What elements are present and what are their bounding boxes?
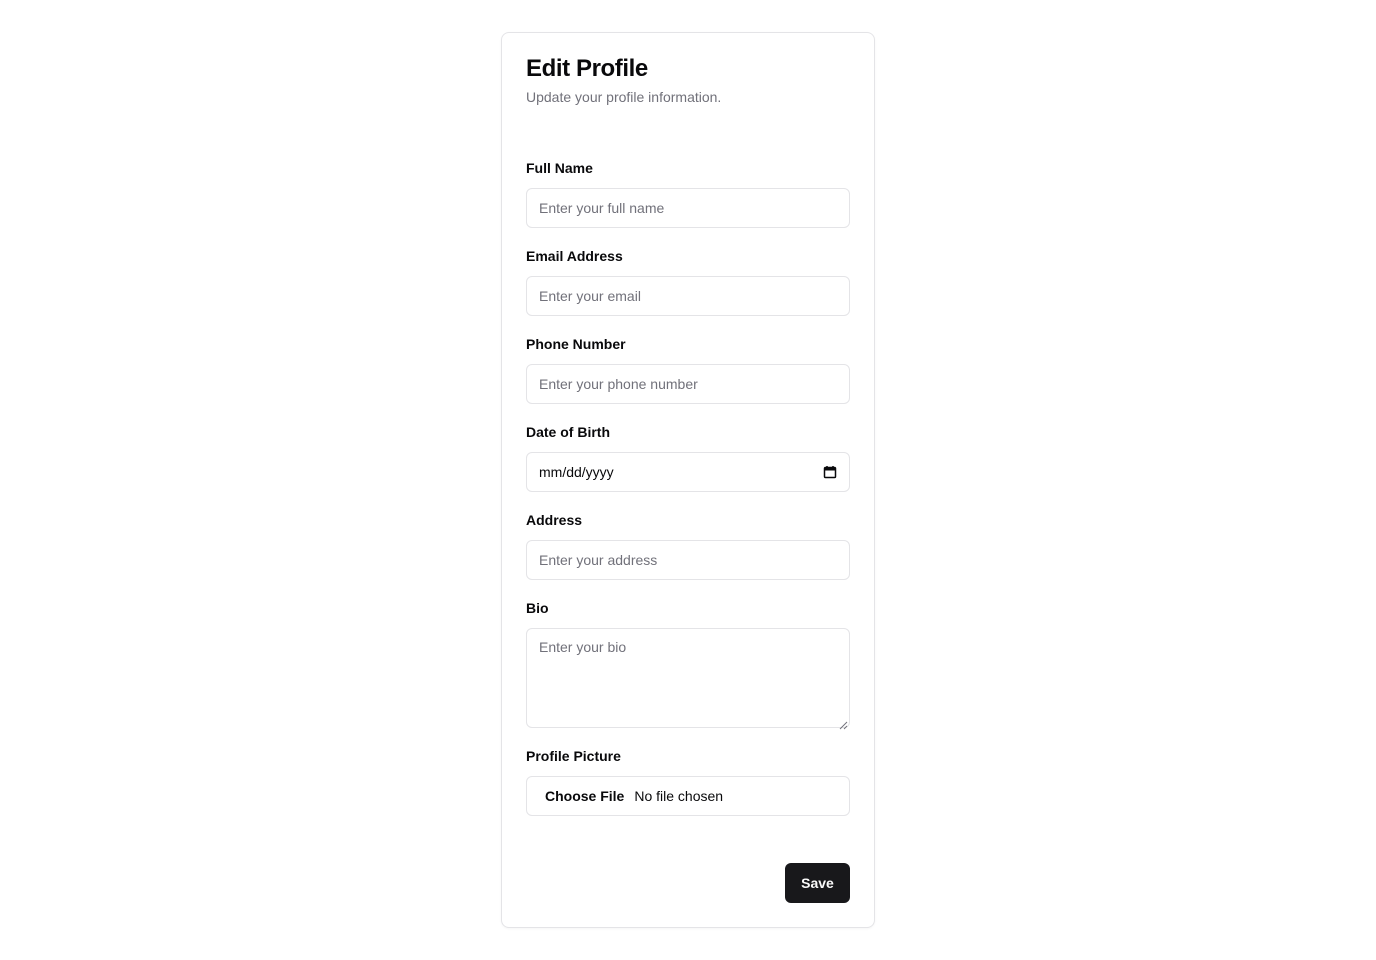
card-header: Edit Profile Update your profile informa… [526, 55, 850, 106]
page-subtitle: Update your profile information. [526, 89, 722, 105]
bio-textarea[interactable] [526, 628, 850, 728]
email-group: Email Address [526, 247, 850, 316]
phone-group: Phone Number [526, 335, 850, 404]
choose-file-button[interactable]: Choose File [545, 788, 624, 804]
bio-wrapper [526, 628, 850, 730]
dob-label: Date of Birth [526, 424, 610, 440]
phone-label: Phone Number [526, 336, 626, 352]
profile-picture-input[interactable]: Choose File No file chosen [526, 776, 850, 816]
page-title: Edit Profile [526, 55, 648, 82]
full-name-input[interactable] [526, 188, 850, 228]
address-label: Address [526, 512, 583, 528]
dob-group: Date of Birth mm/dd/yyyy [526, 423, 850, 492]
phone-input[interactable] [526, 364, 850, 404]
bio-label: Bio [526, 600, 549, 616]
file-status-text: No file chosen [634, 788, 724, 804]
profile-picture-group: Profile Picture Choose File No file chos… [526, 747, 850, 816]
edit-profile-card: Edit Profile Update your profile informa… [501, 32, 875, 928]
email-input[interactable] [526, 276, 850, 316]
dob-input[interactable]: mm/dd/yyyy [526, 452, 850, 492]
bio-group: Bio [526, 599, 850, 730]
save-button[interactable]: Save [785, 863, 850, 903]
address-input[interactable] [526, 540, 850, 580]
calendar-icon[interactable] [823, 465, 837, 479]
email-label: Email Address [526, 248, 623, 264]
resize-handle-icon[interactable] [839, 717, 848, 730]
address-group: Address [526, 511, 850, 580]
full-name-group: Full Name [526, 159, 850, 228]
profile-picture-label: Profile Picture [526, 748, 621, 764]
dob-display: mm/dd/yyyy [539, 464, 614, 480]
full-name-label: Full Name [526, 160, 593, 176]
